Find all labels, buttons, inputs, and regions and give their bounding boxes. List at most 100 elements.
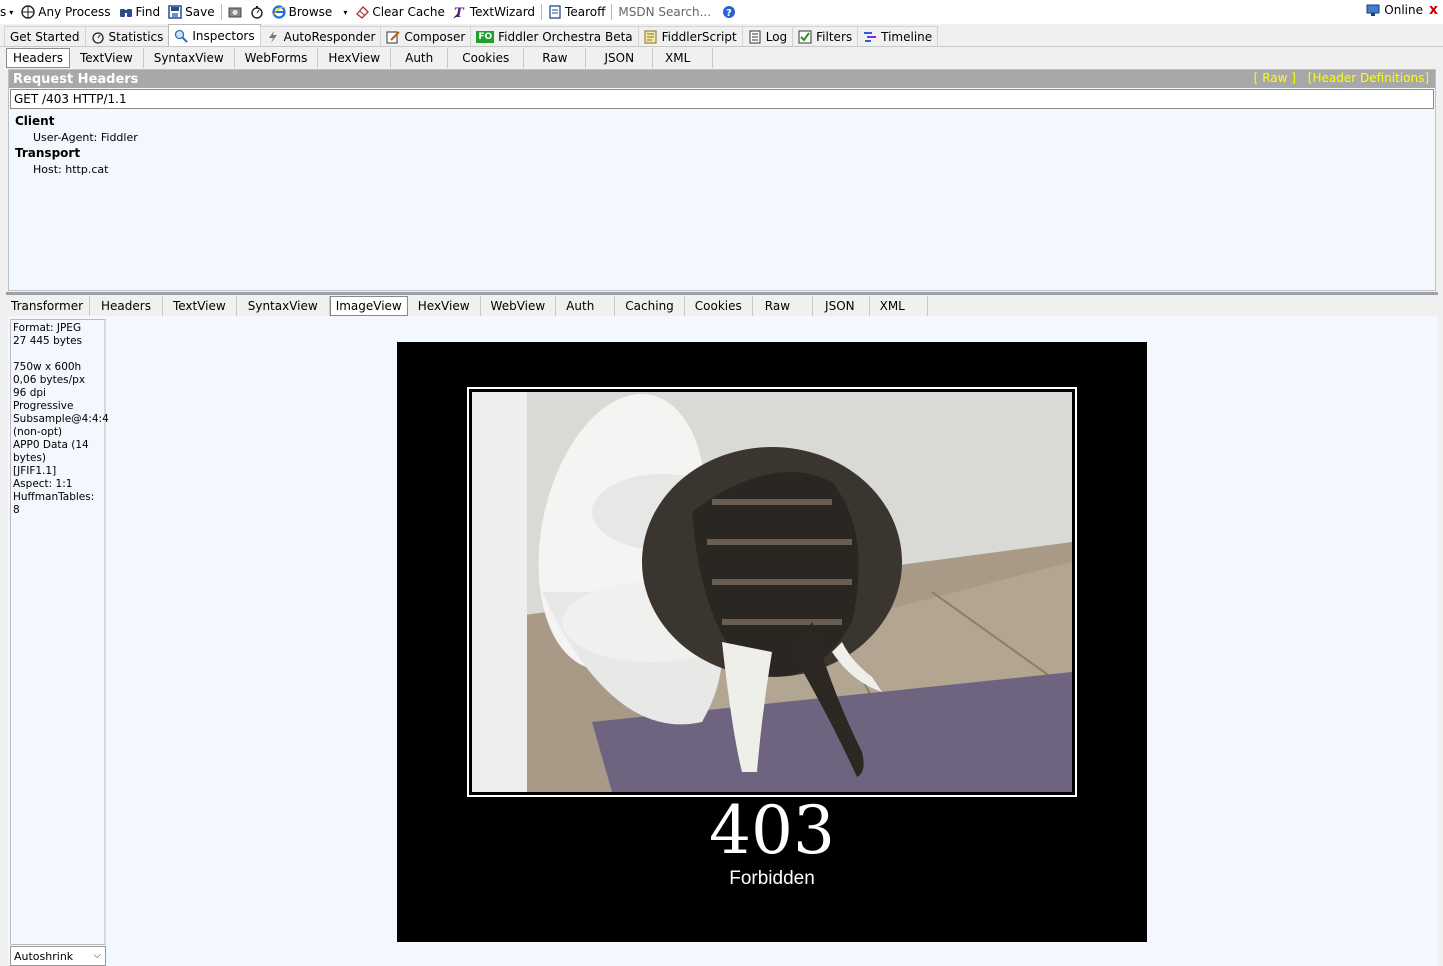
timer-button[interactable]: [246, 1, 268, 23]
ie-icon: [272, 5, 286, 19]
help-icon: ?: [722, 5, 736, 19]
response-image: 403 Forbidden: [397, 342, 1147, 942]
tab-get-started[interactable]: Get Started: [4, 26, 86, 46]
response-tab-hexview[interactable]: HexView: [407, 296, 481, 316]
request-tab-textview[interactable]: TextView: [69, 48, 144, 68]
toolbar-separator: [611, 4, 613, 20]
tab-log[interactable]: Log: [741, 26, 794, 46]
response-tab-json[interactable]: JSON: [813, 296, 870, 316]
status-code-text: 403: [709, 792, 835, 869]
tab-label: Filters: [816, 29, 853, 44]
header-definitions-link[interactable]: [Header Definitions]: [1308, 71, 1429, 85]
tab-composer[interactable]: Composer: [380, 26, 472, 46]
response-tab-webview[interactable]: WebView: [480, 296, 557, 316]
tab-timeline[interactable]: Timeline: [857, 26, 939, 46]
response-tab-auth[interactable]: Auth: [556, 296, 616, 316]
response-tab-raw[interactable]: Raw: [752, 296, 814, 316]
request-headers-panel: Request Headers [ Raw ] [Header Definiti…: [8, 69, 1436, 291]
tearoff-button[interactable]: Tearoff: [544, 1, 609, 23]
request-headers-title: Request Headers: [13, 71, 139, 87]
info-line: Progressive: [13, 400, 74, 412]
request-tab-json[interactable]: JSON: [586, 48, 654, 68]
response-tab-xml[interactable]: XML: [869, 296, 928, 316]
response-tab-textview[interactable]: TextView: [162, 296, 237, 316]
any-process-button[interactable]: Any Process: [17, 1, 114, 23]
request-tab-cookies[interactable]: Cookies: [448, 48, 525, 68]
script-icon: [644, 30, 658, 44]
header-host[interactable]: Host: http.cat: [33, 161, 1435, 177]
info-line: (non-opt): [13, 426, 63, 438]
cat-photo: [472, 392, 1072, 792]
response-tab-headers[interactable]: Headers: [90, 296, 163, 316]
help-button[interactable]: ?: [718, 1, 740, 23]
toolbar-separator: [541, 4, 543, 20]
info-line: [13, 348, 102, 361]
online-label: Online: [1384, 3, 1423, 17]
info-line: Aspect: 1:1: [13, 478, 73, 490]
raw-link[interactable]: [ Raw ]: [1254, 71, 1296, 85]
browse-button[interactable]: Browse ▾: [268, 1, 352, 23]
request-headers-titlebar: Request Headers [ Raw ] [Header Definiti…: [9, 70, 1435, 88]
autoshrink-select[interactable]: Autoshrink ⌵: [10, 946, 106, 966]
info-line: [JFIF1.1]: [13, 465, 57, 477]
request-tab-hexview[interactable]: HexView: [318, 48, 392, 68]
tab-filters[interactable]: Filters: [792, 26, 859, 46]
response-tab-transformer[interactable]: Transformer: [6, 296, 91, 316]
chevron-down-icon[interactable]: ▾: [343, 8, 347, 17]
top-toolbar: s ▾ Any Process Find Save Browse ▾ Clear…: [0, 0, 1443, 24]
info-line: bytes): [13, 452, 47, 464]
tab-label: Fiddler Orchestra Beta: [498, 29, 633, 44]
tearoff-icon: [548, 5, 562, 19]
tab-label: AutoResponder: [283, 29, 376, 44]
info-line: APP0 Data (14: [13, 439, 89, 451]
tab-autoresponder[interactable]: AutoResponder: [259, 26, 382, 46]
save-button[interactable]: Save: [164, 1, 218, 23]
request-line[interactable]: GET /403 HTTP/1.1: [10, 89, 1434, 109]
main-tabstrip: Get Started Statistics Inspectors AutoRe…: [0, 24, 1443, 47]
info-line: 96 dpi: [13, 387, 46, 399]
checkbox-icon: [798, 30, 812, 44]
request-tab-auth[interactable]: Auth: [391, 48, 449, 68]
panel-splitter[interactable]: [6, 292, 1438, 295]
photo-frame: [467, 387, 1077, 797]
request-tab-headers[interactable]: Headers: [6, 48, 70, 68]
save-label: Save: [185, 5, 215, 19]
chevron-down-icon: ⌵: [93, 950, 101, 961]
close-icon[interactable]: x: [1429, 2, 1438, 18]
tab-fiddlerscript[interactable]: FiddlerScript: [637, 26, 743, 46]
crosshair-icon: [21, 5, 35, 19]
network-icon: [1366, 3, 1380, 17]
response-tab-cookies[interactable]: Cookies: [684, 296, 753, 316]
header-group-transport[interactable]: Transport: [15, 145, 1435, 161]
online-indicator[interactable]: Online: [1366, 3, 1423, 17]
info-line: HuffmanTables: 8: [13, 491, 98, 516]
header-user-agent[interactable]: User-Agent: Fiddler: [33, 129, 1435, 145]
find-button[interactable]: Find: [115, 1, 165, 23]
request-tab-syntaxview[interactable]: SyntaxView: [143, 48, 235, 68]
svg-text:?: ?: [726, 8, 732, 19]
response-tab-caching[interactable]: Caching: [615, 296, 685, 316]
tearoff-label: Tearoff: [565, 5, 606, 19]
browse-label: Browse: [288, 5, 333, 19]
response-tab-syntaxview[interactable]: SyntaxView: [236, 296, 330, 316]
clear-cache-button[interactable]: Clear Cache: [351, 1, 449, 23]
info-line: Format: JPEG: [13, 322, 82, 334]
toolbar-overflow[interactable]: s ▾: [0, 1, 17, 23]
tab-statistics[interactable]: Statistics: [84, 26, 170, 46]
response-tab-imageview[interactable]: ImageView: [329, 296, 408, 316]
tab-label: FiddlerScript: [661, 29, 737, 44]
request-tab-webforms[interactable]: WebForms: [234, 48, 319, 68]
fo-badge-icon: FO: [476, 30, 495, 43]
msdn-search-input[interactable]: MSDN Search...: [614, 2, 718, 22]
tab-fiddler-orchestra[interactable]: FO Fiddler Orchestra Beta: [470, 26, 639, 46]
request-tab-xml[interactable]: XML: [653, 48, 714, 68]
save-icon: [168, 5, 182, 19]
tab-inspectors[interactable]: Inspectors: [168, 24, 261, 46]
find-label: Find: [135, 5, 161, 19]
clear-cache-label: Clear Cache: [372, 5, 445, 19]
text-wizard-button[interactable]: T TextWizard: [449, 1, 539, 23]
header-group-client[interactable]: Client: [15, 113, 1435, 129]
screenshot-button[interactable]: [224, 1, 246, 23]
tab-label: Inspectors: [192, 28, 255, 43]
request-tab-raw[interactable]: Raw: [524, 48, 587, 68]
